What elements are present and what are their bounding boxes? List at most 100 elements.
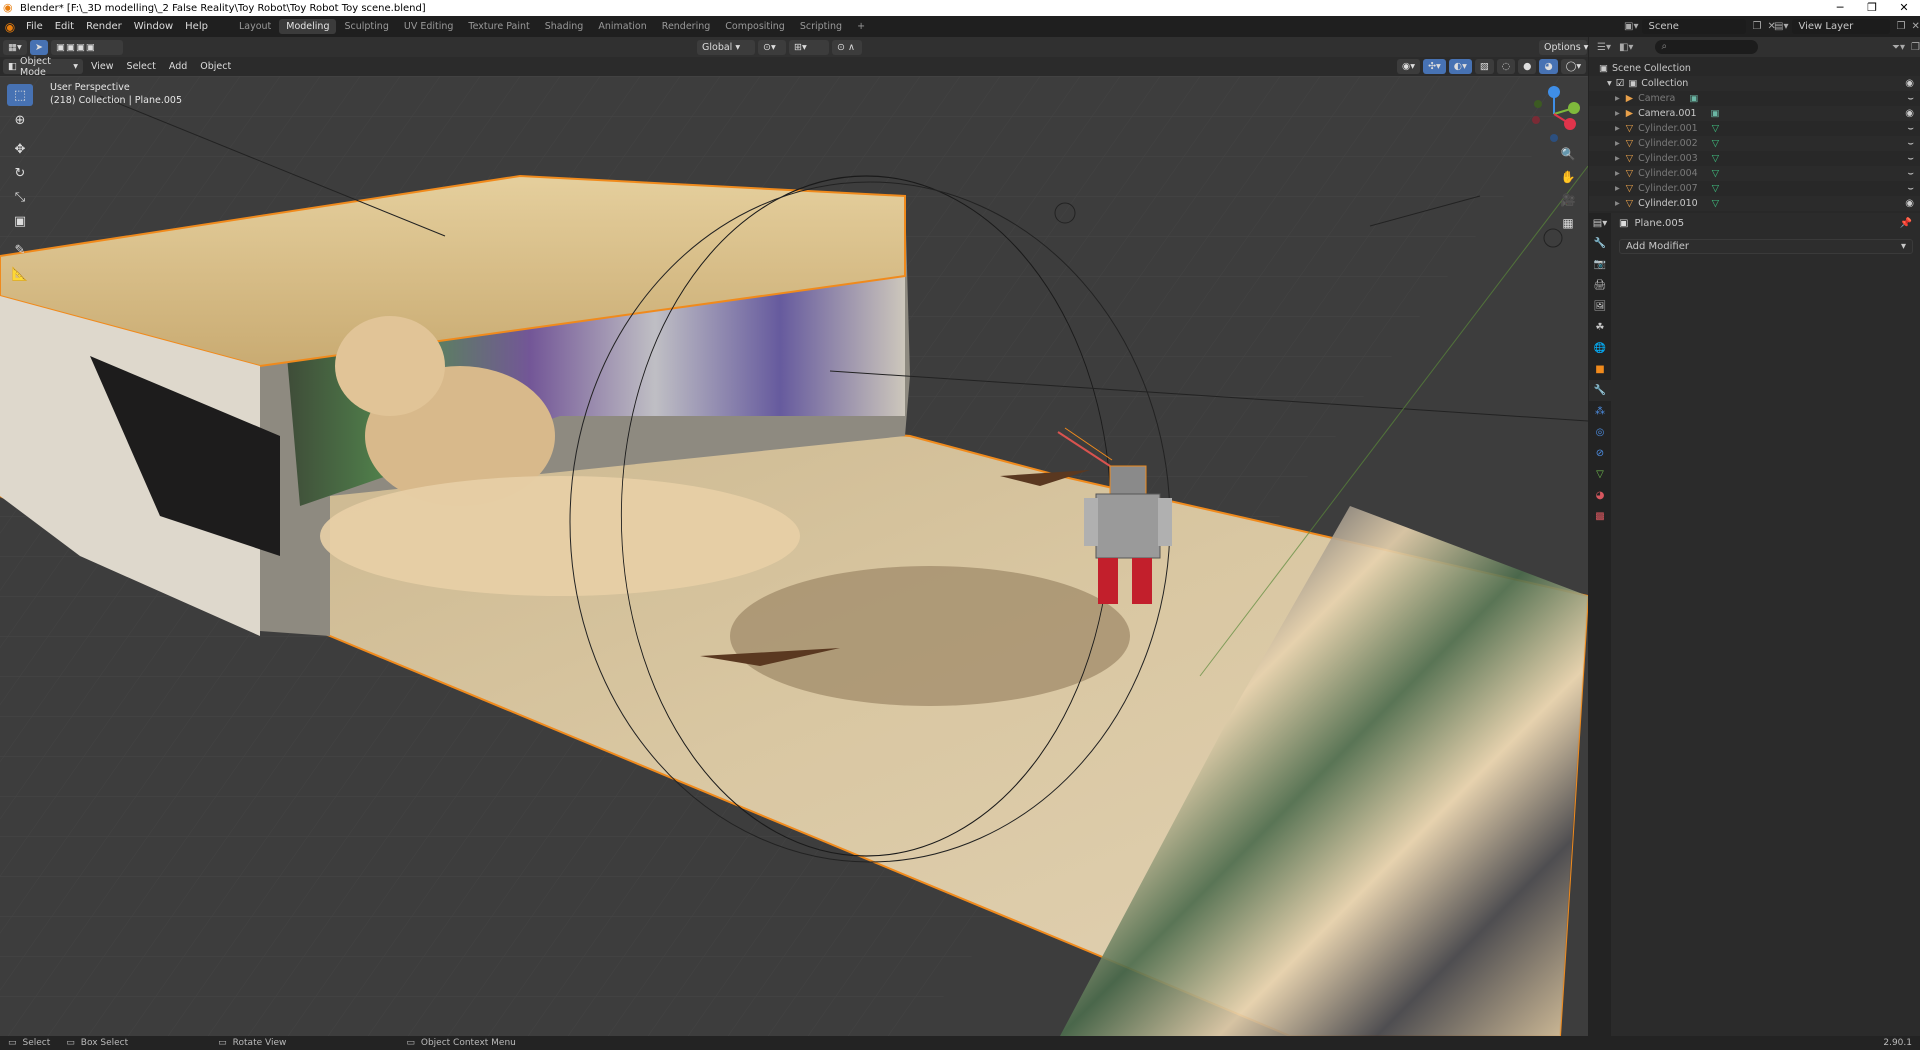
new-view-layer-icon[interactable]: ❐ <box>1896 21 1905 32</box>
editor-type-icon[interactable]: ▦▾ <box>3 39 27 55</box>
gizmo-toggle-icon[interactable]: ✣▾ <box>1423 59 1446 74</box>
outliner-row-object[interactable]: ▸ ▽ Cylinder.007 ▽ ⌣ <box>1589 181 1920 196</box>
tab-shading[interactable]: Shading <box>538 19 591 34</box>
hidden-eye-icon[interactable]: ⌣ <box>1907 123 1914 134</box>
scene-tab-icon[interactable]: ☘ <box>1589 317 1611 338</box>
texture-tab-icon[interactable]: ▩ <box>1589 506 1611 527</box>
tab-sculpting[interactable]: Sculpting <box>337 19 395 34</box>
tab-animation[interactable]: Animation <box>591 19 653 34</box>
expand-icon[interactable]: ▸ <box>1615 123 1620 134</box>
menu-edit[interactable]: Edit <box>49 21 80 32</box>
scene-selector[interactable]: Scene <box>1642 19 1747 34</box>
hidden-eye-icon[interactable]: ⌣ <box>1907 168 1914 179</box>
xray-icon[interactable]: ▨ <box>1474 59 1494 74</box>
snapping-icon[interactable]: ⊞▾ <box>789 39 829 55</box>
tab-modeling[interactable]: Modeling <box>279 19 337 34</box>
world-tab-icon[interactable]: 🌐 <box>1589 338 1611 359</box>
tweak-tool-icon[interactable]: ➤ <box>30 39 48 55</box>
outliner-row-object[interactable]: ▸ ▽ Cylinder.004 ▽ ⌣ <box>1589 166 1920 181</box>
outliner-row-object[interactable]: ▸ ▽ Cylinder.003 ▽ ⌣ <box>1589 151 1920 166</box>
menu-object[interactable]: Object <box>195 59 236 74</box>
pan-hand-icon[interactable]: ✋ <box>1558 167 1578 187</box>
physics-tab-icon[interactable]: ◎ <box>1589 422 1611 443</box>
tab-scripting[interactable]: Scripting <box>793 19 849 34</box>
constraints-tab-icon[interactable]: ⊘ <box>1589 443 1611 464</box>
expand-icon[interactable]: ▸ <box>1615 138 1620 149</box>
options-dropdown[interactable]: Options ▾ <box>1539 39 1588 55</box>
outliner-row-object[interactable]: ▸ ▶ Camera ▣ ⌣ <box>1589 91 1920 106</box>
outliner-editor-icon[interactable]: ☰▾ <box>1597 42 1611 53</box>
expand-icon[interactable]: ▸ <box>1615 93 1620 104</box>
hidden-eye-icon[interactable]: ⌣ <box>1907 183 1914 194</box>
checkbox-icon[interactable]: ☑ <box>1616 78 1625 89</box>
blender-menu-icon[interactable]: ◉ <box>0 20 20 34</box>
tab-uv-editing[interactable]: UV Editing <box>397 19 461 34</box>
filter-icon[interactable]: ⏷▾ <box>1892 42 1905 53</box>
menu-window[interactable]: Window <box>128 21 179 32</box>
proportional-editing-icon[interactable]: ⊙ ∧ <box>832 39 862 55</box>
menu-help[interactable]: Help <box>179 21 214 32</box>
expand-icon[interactable]: ▾ <box>1607 78 1612 89</box>
shading-solid-icon[interactable]: ● <box>1518 59 1537 74</box>
tab-layout[interactable]: Layout <box>232 19 278 34</box>
outliner-row-object[interactable]: ▸ ▽ Cylinder.002 ▽ ⌣ <box>1589 136 1920 151</box>
annotate-tool-icon[interactable]: ✎ <box>7 239 33 261</box>
mode-dropdown[interactable]: ◧ Object Mode ▾ <box>3 56 83 78</box>
display-mode-icon[interactable]: ◧▾ <box>1619 42 1633 53</box>
restore-icon[interactable]: ❐ <box>1856 0 1888 16</box>
visibility-icon[interactable]: ◉▾ <box>1397 59 1421 74</box>
outliner-row-object[interactable]: ▸ ▽ Cylinder.001 ▽ ⌣ <box>1589 121 1920 136</box>
outliner-row-object[interactable]: ▸ ▽ Cylinder.010 ▽ ◉ <box>1589 196 1920 211</box>
view-layer-selector[interactable]: View Layer <box>1792 19 1891 34</box>
expand-icon[interactable]: ▸ <box>1615 153 1620 164</box>
menu-select[interactable]: Select <box>122 59 161 74</box>
menu-view[interactable]: View <box>86 59 119 74</box>
particles-tab-icon[interactable]: ⁂ <box>1589 401 1611 422</box>
hidden-eye-icon[interactable]: ⌣ <box>1907 153 1914 164</box>
new-scene-icon[interactable]: ❐ <box>1752 21 1761 32</box>
data-tab-icon[interactable]: ▽ <box>1589 464 1611 485</box>
measure-tool-icon[interactable]: 📐 <box>7 263 33 285</box>
new-collection-icon[interactable]: ❐ <box>1911 42 1920 53</box>
transform-orientation-dropdown[interactable]: Global ▾ <box>697 39 755 55</box>
camera-view-icon[interactable]: 🎥 <box>1558 190 1578 210</box>
select-tool-icon[interactable]: ⬚ <box>7 84 33 106</box>
shading-material-icon[interactable]: ◕ <box>1539 59 1558 74</box>
add-workspace-icon[interactable]: + <box>850 19 872 34</box>
menu-add[interactable]: Add <box>164 59 192 74</box>
scale-tool-icon[interactable]: ⤡ <box>7 186 33 208</box>
material-tab-icon[interactable]: ◕ <box>1589 485 1611 506</box>
menu-file[interactable]: File <box>20 21 49 32</box>
modifier-tab-icon[interactable]: 🔧 <box>1589 380 1611 401</box>
tab-rendering[interactable]: Rendering <box>655 19 718 34</box>
rotate-tool-icon[interactable]: ↻ <box>7 162 33 184</box>
minimize-icon[interactable]: ─ <box>1824 0 1856 16</box>
eye-icon[interactable]: ◉ <box>1905 108 1914 119</box>
eye-icon[interactable]: ◉ <box>1905 78 1914 89</box>
eye-icon[interactable]: ◉ <box>1905 198 1914 209</box>
move-tool-icon[interactable]: ✥ <box>7 138 33 160</box>
tool-tab-icon[interactable]: 🔧 <box>1589 233 1611 254</box>
shading-rendered-icon[interactable]: ◯▾ <box>1560 59 1587 74</box>
outliner-row-scene-collection[interactable]: ▣ Scene Collection <box>1589 61 1920 76</box>
render-tab-icon[interactable]: 📷 <box>1589 254 1611 275</box>
view-layer-icon[interactable]: ▤▾ <box>1774 21 1788 32</box>
transform-tool-icon[interactable]: ▣ <box>7 210 33 232</box>
selection-mode-icon[interactable]: ▣▣▣▣ <box>51 39 123 55</box>
view-layer-tab-icon[interactable]: 🖼 <box>1589 296 1611 317</box>
add-modifier-dropdown[interactable]: Add Modifier ▾ <box>1619 239 1913 254</box>
overlay-toggle-icon[interactable]: ◐▾ <box>1448 59 1472 74</box>
shading-wireframe-icon[interactable]: ◌ <box>1496 59 1516 74</box>
delete-view-layer-icon[interactable]: ✕ <box>1911 21 1919 32</box>
menu-render[interactable]: Render <box>80 21 128 32</box>
pin-icon[interactable]: 📌 <box>1900 218 1912 229</box>
outliner-row-collection[interactable]: ▾ ☑ ▣ Collection ◉ <box>1589 76 1920 91</box>
output-tab-icon[interactable]: 🖨 <box>1589 275 1611 296</box>
expand-icon[interactable]: ▸ <box>1615 168 1620 179</box>
close-icon[interactable]: ✕ <box>1888 0 1920 16</box>
navigation-gizmo[interactable] <box>1524 84 1584 144</box>
3d-viewport[interactable]: User Perspective (218) Collection | Plan… <box>0 76 1588 1036</box>
tab-texture-paint[interactable]: Texture Paint <box>461 19 536 34</box>
cursor-tool-icon[interactable]: ⊕ <box>7 109 33 131</box>
outliner-search-input[interactable]: ⌕ <box>1655 40 1758 54</box>
